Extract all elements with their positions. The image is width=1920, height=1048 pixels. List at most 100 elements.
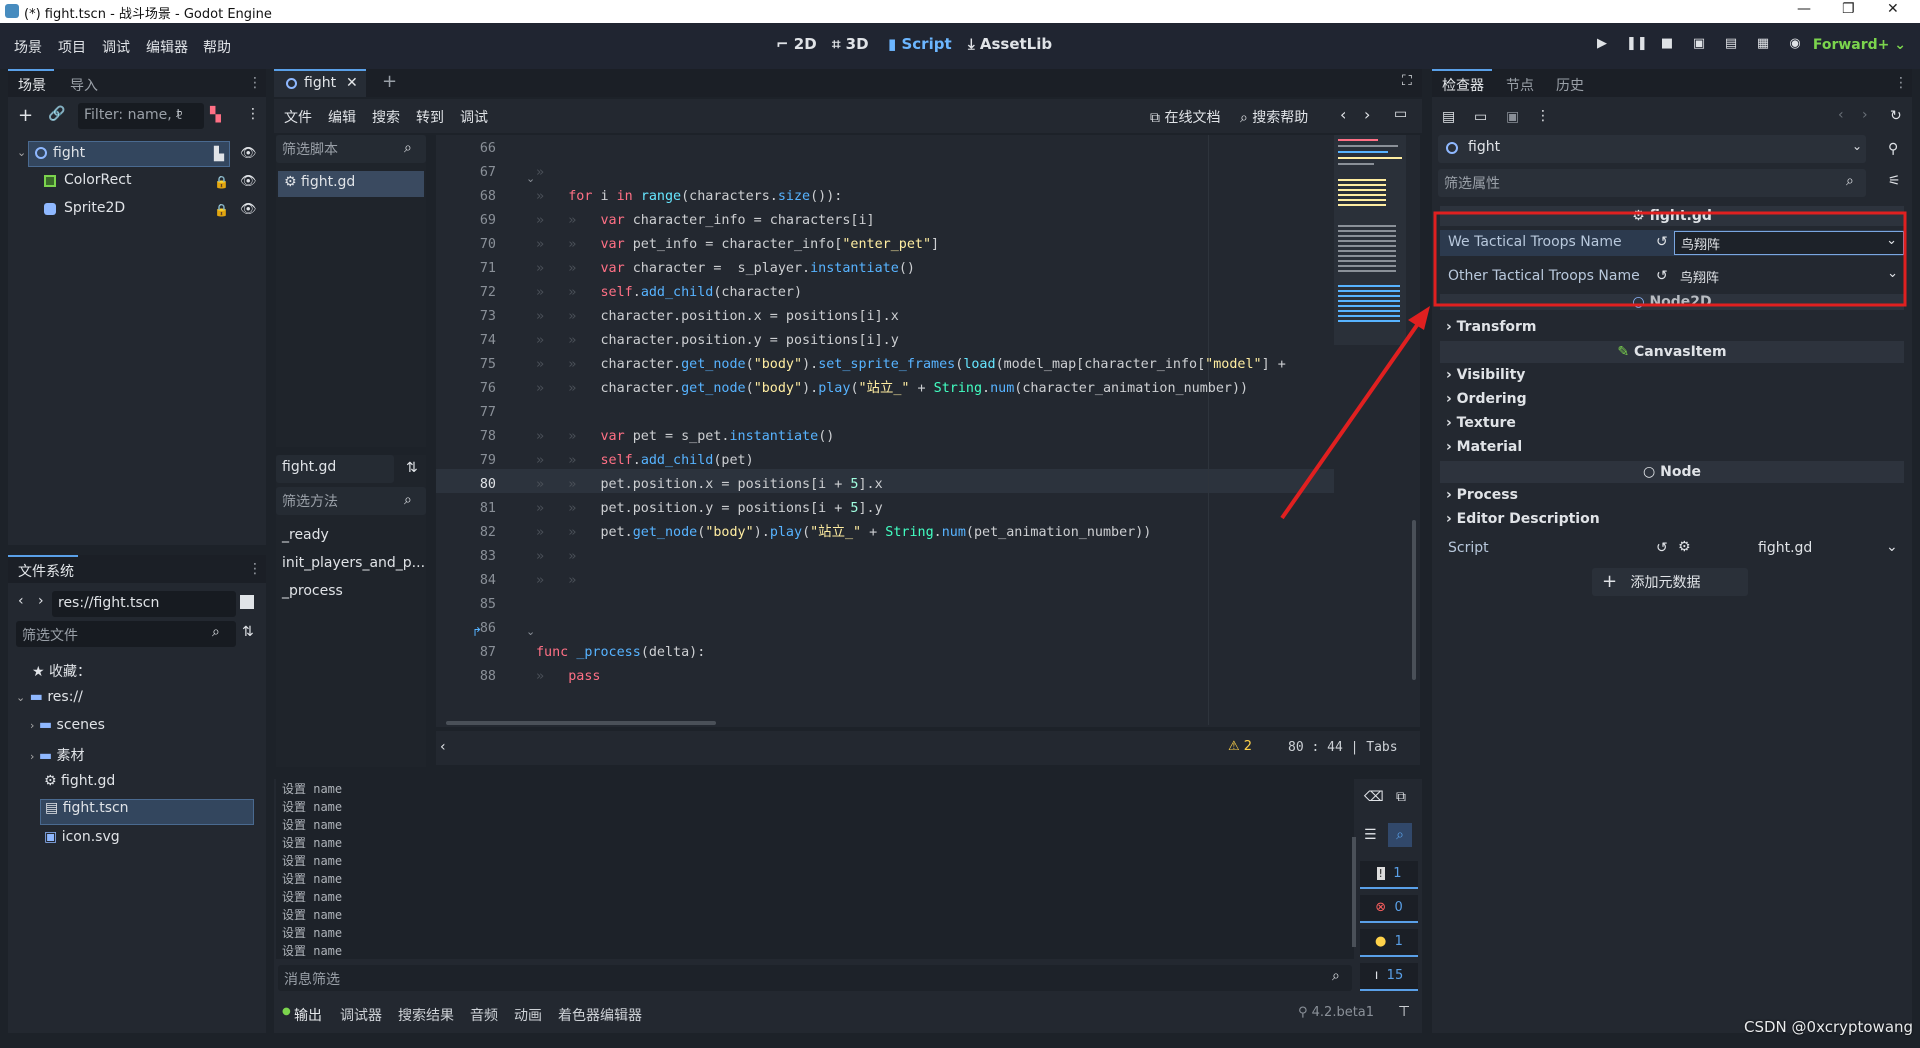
method-item[interactable]: _process [282,583,343,599]
workspace-3d-button[interactable]: ⌗ 3D [832,35,869,53]
lock-icon[interactable]: 🔒 [214,175,229,189]
tab-import[interactable]: 导入 [70,75,98,95]
more-options-icon[interactable]: ⋮ [1536,108,1550,124]
warning-count[interactable]: ⚠ 2 [1228,739,1252,754]
dock-menu-icon[interactable]: ⋮ [1894,75,1908,91]
close-tab-icon[interactable]: ✕ [346,75,358,91]
history-back-icon[interactable]: ‹ [1340,105,1346,124]
script-section-header[interactable]: ⚙ fight.gd [1440,206,1904,226]
tab-scene[interactable]: 场景 [18,75,46,95]
pause-icon[interactable]: ❚❚ [1626,36,1648,54]
copy-log-icon[interactable]: ⧉ [1396,789,1406,805]
add-tab-icon[interactable]: + [382,71,397,92]
object-history-icon[interactable]: ↻ [1890,108,1902,124]
visibility-eye-icon[interactable]: 👁 [240,202,257,217]
filter-properties-input[interactable]: 筛选属性 [1438,169,1866,197]
tree-node-colorrect[interactable]: ColorRect [44,169,214,195]
category-visibility[interactable]: › Visibility [1446,367,1525,383]
script-menu-file[interactable]: 文件 [284,107,312,127]
tab-search-results[interactable]: 搜索结果 [398,1005,454,1025]
error-count-badge[interactable]: ! 1 [1360,861,1418,889]
fs-item-scenes[interactable]: › ▬ scenes [30,717,105,743]
tab-output[interactable]: 输出 [294,1005,322,1025]
tab-node[interactable]: 节点 [1506,75,1534,95]
save-resource-icon[interactable]: ▣ [1506,109,1519,125]
previous-object-icon[interactable]: ‹ [1838,107,1844,123]
error-filter-badge[interactable]: ⊗ 0 [1360,895,1418,923]
collapse-duplicates-icon[interactable]: ☰ [1364,827,1377,843]
menu-scene[interactable]: 场景 [14,37,42,57]
fs-item-fight-gd[interactable]: ⚙ fight.gd [44,773,115,799]
sort-icon[interactable]: ⇅ [242,624,254,640]
revert-icon[interactable]: ↺ [1656,234,1668,250]
log-scrollbar[interactable] [1352,837,1356,947]
search-help-button[interactable]: ⌕ 搜索帮助 [1240,107,1308,127]
play-scene-icon[interactable]: ▤ [1722,36,1740,54]
minimize-icon[interactable]: — [1797,1,1811,17]
script-menu-debug[interactable]: 调试 [460,107,488,127]
we-tactical-dropdown[interactable]: 鸟翔阵 ⌄ [1674,231,1904,255]
fs-item-assets[interactable]: › ▬ 素材 [30,745,85,771]
remote-debug-icon[interactable]: ▣ [1690,36,1708,54]
instance-scene-icon[interactable]: 🔗 [48,106,65,122]
toggle-scripts-panel-icon[interactable]: ▭ [1394,106,1407,122]
renderer-selector[interactable]: Forward+ ⌄ [1813,37,1906,53]
expand-bottom-panel-icon[interactable]: ⊤ [1398,1004,1410,1020]
sort-icon[interactable]: ⇅ [406,460,418,476]
back-icon[interactable]: ‹ [18,593,24,609]
script-resource-value[interactable]: fight.gd [1758,540,1812,556]
fold-arrow-icon[interactable]: ⌄ [526,172,535,185]
dock-menu-icon[interactable]: ⋮ [248,75,262,91]
menu-debug[interactable]: 调试 [102,37,130,57]
tab-filesystem[interactable]: 文件系统 [18,561,74,581]
workspace-assetlib-button[interactable]: ⤓ AssetLib [968,35,1052,53]
tab-fight[interactable]: fight ✕ [274,69,366,97]
workspace-script-button[interactable]: ▮ Script [888,35,952,53]
clear-log-icon[interactable]: ⌫ [1364,789,1384,805]
menu-project[interactable]: 项目 [58,37,86,57]
tab-shader-editor[interactable]: 着色器编辑器 [558,1005,642,1025]
menu-help[interactable]: 帮助 [203,37,231,57]
stop-icon[interactable]: ■ [1658,36,1676,54]
property-options-icon[interactable]: ⚟ [1888,173,1901,189]
favorites-row[interactable]: ★ 收藏： [32,661,91,687]
revert-icon[interactable]: ↺ [1656,540,1668,556]
fs-item-fight-tscn[interactable]: ▤ fight.tscn [40,799,254,825]
filter-search-icon[interactable]: ⌕ [1388,823,1412,847]
scene-filter-input[interactable]: Filter: name, t [78,103,204,129]
lock-icon[interactable]: 🔒 [214,203,229,217]
menu-editor[interactable]: 编辑器 [146,37,188,57]
script-menu-search[interactable]: 搜索 [372,107,400,127]
add-node-icon[interactable]: + [18,105,33,126]
script-icon[interactable]: ▙ [214,147,224,162]
method-item[interactable]: _ready [282,527,329,543]
file-filter-input[interactable]: 筛选文件 [16,621,236,647]
fs-item-res-root[interactable]: ⌄ ▬ res:// [16,689,83,715]
message-filter-badge[interactable]: ı 15 [1360,963,1418,991]
play-custom-scene-icon[interactable]: ▦ [1754,36,1772,54]
revert-icon[interactable]: ↺ [1656,268,1668,284]
next-object-icon[interactable]: › [1862,107,1868,123]
category-material[interactable]: › Material [1446,439,1522,455]
close-icon[interactable]: ✕ [1887,1,1899,17]
forward-icon[interactable]: › [38,593,44,609]
other-tactical-dropdown[interactable]: 鸟翔阵 ⌄ [1674,265,1904,289]
add-metadata-button[interactable]: + 添加元数据 [1592,568,1748,596]
category-texture[interactable]: › Texture [1446,415,1516,431]
movie-maker-icon[interactable]: ◉ [1786,36,1804,54]
object-docs-icon[interactable]: ⚲ [1888,141,1898,157]
distraction-free-icon[interactable]: ⛶ [1402,73,1412,89]
path-field[interactable]: res://fight.tscn [52,591,236,617]
fs-item-icon-svg[interactable]: ▣ icon.svg [44,829,120,855]
scene-menu-icon[interactable]: ⋮ [246,106,260,122]
node2d-section-header[interactable]: ○ Node2D [1440,294,1904,310]
chevron-down-icon[interactable]: ⌄ [1886,539,1898,555]
tab-audio[interactable]: 音频 [470,1005,498,1025]
category-editor-description[interactable]: › Editor Description [1446,511,1600,527]
tab-inspector[interactable]: 检查器 [1442,75,1484,95]
horizontal-scrollbar[interactable] [446,721,716,725]
category-transform[interactable]: › Transform [1446,319,1537,335]
attach-script-icon[interactable]: ▚ [210,107,221,123]
toggle-panel-icon[interactable]: ‹ [440,739,446,755]
online-docs-button[interactable]: ⧉ 在线文档 [1150,107,1220,127]
